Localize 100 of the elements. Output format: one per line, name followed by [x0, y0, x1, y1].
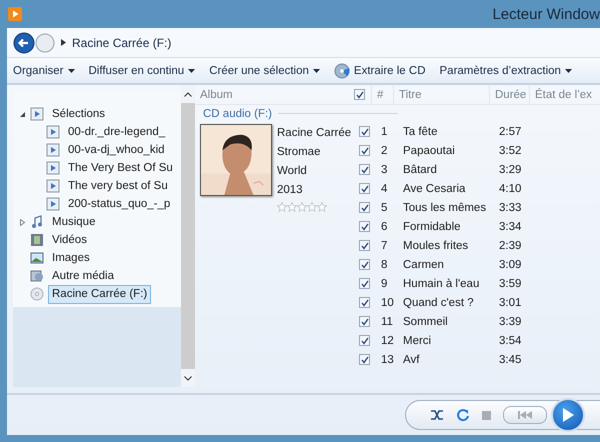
group-header: CD audio (F:): [203, 108, 272, 120]
checkbox[interactable]: [359, 145, 370, 156]
playlist-icon: [46, 143, 60, 157]
track-title: Moules frites: [402, 240, 470, 252]
track-title: Papaoutai: [402, 144, 456, 156]
scrollbar[interactable]: [181, 85, 195, 387]
checkbox[interactable]: [359, 278, 370, 289]
track-number: 8: [380, 258, 388, 270]
track-duration: 4:10: [498, 182, 522, 194]
shuffle-button[interactable]: [430, 409, 444, 421]
sidebar-item[interactable]: The very best of Su: [64, 176, 172, 196]
track-number: 10: [380, 296, 395, 308]
track-title: Merci: [402, 334, 432, 346]
film-icon: [30, 233, 44, 247]
disc-icon: [30, 287, 44, 301]
dropdown-arrow-icon: [312, 68, 320, 72]
play-icon: [561, 407, 575, 423]
star-icon[interactable]: [297, 202, 307, 212]
track-title: Ave Cesaria: [402, 182, 466, 194]
checkbox[interactable]: [359, 221, 370, 232]
dropdown-arrow-icon: [188, 68, 196, 72]
track-title: Quand c'est ?: [402, 296, 475, 308]
track-title: Bâtard: [402, 164, 438, 176]
track-number: 9: [380, 278, 388, 290]
dropdown-arrow-icon: [68, 68, 74, 72]
checkbox[interactable]: [359, 126, 370, 137]
track-number: 7: [380, 240, 388, 252]
track-title: Carmen: [402, 258, 445, 270]
checkbox[interactable]: [359, 183, 370, 194]
track-number: 12: [380, 334, 395, 346]
track-duration: 3:29: [498, 164, 522, 176]
toolbar-button[interactable]: Extraire le CD: [334, 62, 426, 78]
toolbar-button[interactable]: Paramètres d’extraction: [440, 64, 572, 76]
music-note-icon: [30, 215, 44, 229]
track-duration: 3:54: [498, 334, 522, 346]
previous-icon: [517, 411, 533, 419]
playlist-icon: [46, 179, 60, 193]
album-title: Racine Carrée: [277, 126, 352, 141]
dropdown-arrow-icon: [564, 68, 572, 72]
rating-stars[interactable]: [277, 202, 327, 212]
sidebar-item[interactable]: The Very Best Of Su: [64, 158, 177, 178]
disc-icon: [334, 62, 350, 78]
collapse-arrow-icon[interactable]: [19, 110, 26, 118]
breadcrumb[interactable]: Racine Carrée (F:): [72, 36, 172, 50]
track-number: 13: [380, 354, 395, 366]
toolbar-button[interactable]: Diffuser en continu: [88, 64, 196, 76]
sidebar-item[interactable]: Autre média: [48, 266, 118, 286]
checkbox[interactable]: [359, 164, 370, 175]
track-number: 5: [380, 202, 388, 214]
breadcrumb-arrow-icon: [61, 39, 66, 46]
sidebar-item[interactable]: Images: [48, 248, 94, 268]
sidebar-item[interactable]: Musique: [48, 212, 100, 232]
track-number: 11: [380, 316, 394, 328]
column-header[interactable]: #: [371, 85, 393, 104]
checkbox[interactable]: [354, 89, 365, 100]
checkbox[interactable]: [359, 335, 370, 346]
checkbox[interactable]: [359, 202, 370, 213]
sidebar-item[interactable]: 00-va-dj_whoo_kid: [64, 140, 169, 160]
sidebar-item[interactable]: Racine Carrée (F:): [48, 284, 152, 304]
track-title: Avf: [402, 354, 420, 366]
track-title: Sommeil: [402, 316, 449, 328]
track-duration: 3:33: [498, 202, 522, 214]
star-icon[interactable]: [287, 202, 297, 212]
checkbox[interactable]: [359, 354, 370, 365]
toolbar-button[interactable]: Organiser: [13, 64, 74, 76]
checkbox[interactable]: [359, 316, 370, 327]
track-number: 2: [380, 144, 388, 156]
sidebar-item[interactable]: Sélections: [48, 104, 110, 124]
checkbox[interactable]: [359, 240, 370, 251]
playlist-icon: [46, 161, 60, 175]
checkbox[interactable]: [359, 297, 370, 308]
star-icon[interactable]: [317, 202, 327, 212]
track-number: 4: [380, 182, 388, 194]
scroll-down-icon[interactable]: [184, 376, 192, 380]
back-button[interactable]: [13, 32, 35, 54]
toolbar-button[interactable]: Créer une sélection: [209, 64, 320, 76]
playlist-icon: [30, 107, 44, 121]
star-icon[interactable]: [307, 202, 317, 212]
album-genre: World: [277, 164, 307, 179]
star-icon[interactable]: [277, 202, 287, 212]
play-button[interactable]: [551, 398, 585, 432]
repeat-button[interactable]: [456, 408, 470, 422]
sidebar-item[interactable]: Vidéos: [48, 230, 91, 250]
expand-arrow-icon[interactable]: [19, 218, 26, 226]
sidebar-item[interactable]: 200-status_quo_-_p: [64, 194, 174, 214]
track-title: Ta fête: [402, 126, 439, 138]
track-title: Formidable: [402, 220, 462, 232]
track-duration: 3:01: [498, 296, 522, 308]
track-duration: 3:59: [498, 278, 522, 290]
checkbox[interactable]: [359, 259, 370, 270]
scroll-up-icon[interactable]: [184, 92, 192, 96]
track-duration: 3:39: [498, 316, 522, 328]
player-logo-icon: [8, 7, 22, 21]
album-artist: Stromae: [277, 145, 320, 160]
track-duration: 2:57: [498, 126, 522, 138]
playlist-icon: [46, 125, 60, 139]
sidebar-item[interactable]: 00-dr._dre-legend_: [64, 122, 170, 142]
window-title: Lecteur Window: [492, 6, 600, 22]
track-title: Tous les mêmes: [402, 202, 488, 214]
album-year: 2013: [277, 183, 303, 198]
